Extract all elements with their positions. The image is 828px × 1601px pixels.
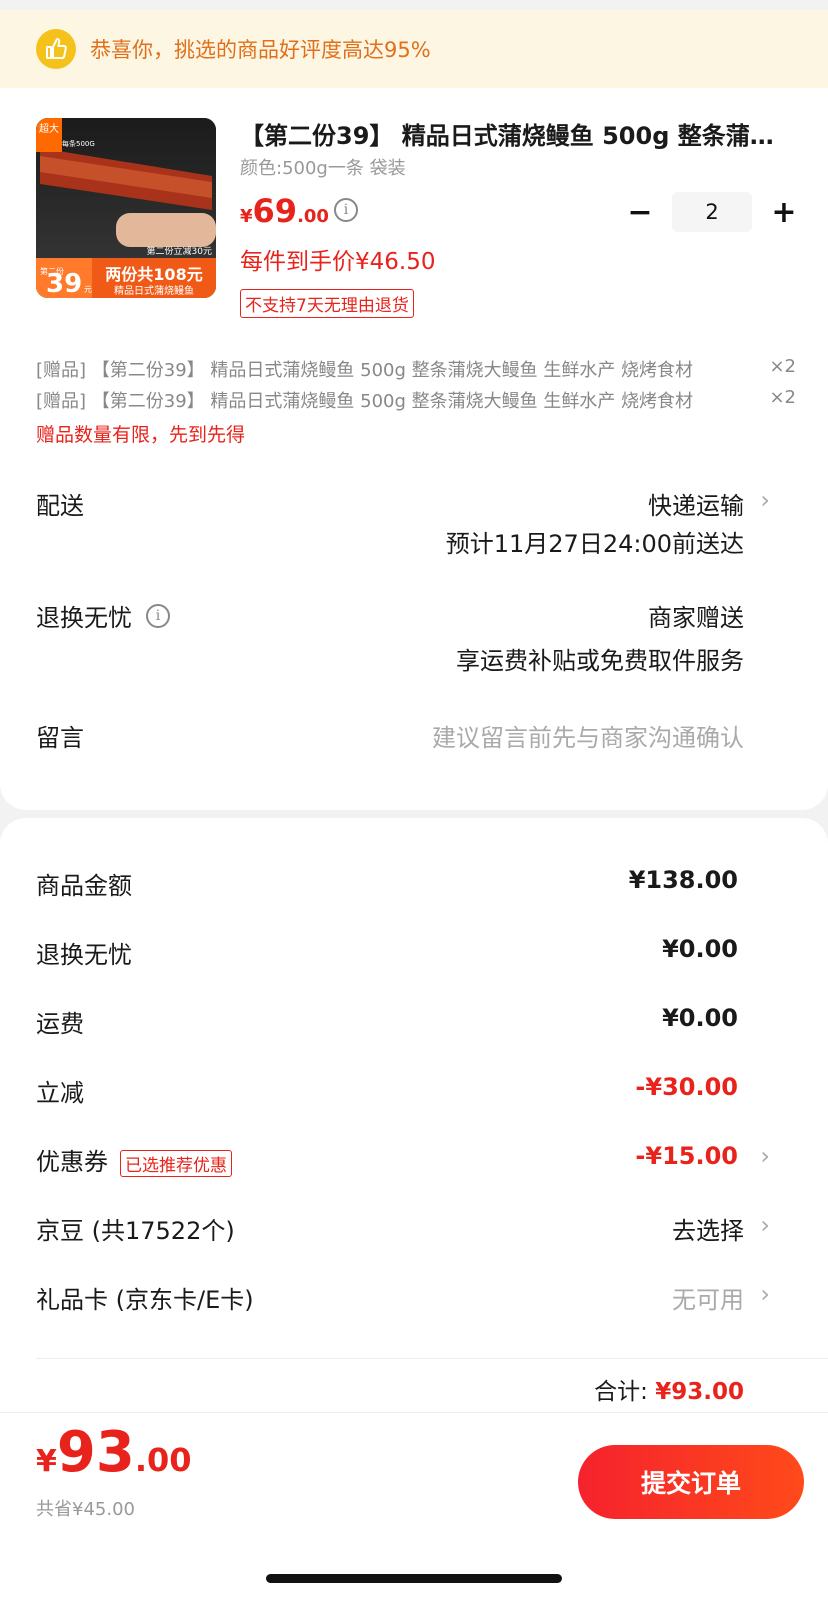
- home-indicator[interactable]: [266, 1574, 562, 1583]
- gift-name: [赠品] 【第二份39】 精品日式蒲烧鳗鱼 500g 整条蒲烧大鳗鱼 生鲜水产 …: [36, 391, 694, 412]
- image-badge-top: 超大: [39, 122, 59, 135]
- image-promo-unit: 元: [84, 285, 92, 294]
- divider: [36, 1358, 828, 1359]
- product-price: ¥ 69 .00: [240, 192, 329, 230]
- message-input[interactable]: 建议留言前先与商家沟通确认: [432, 718, 744, 753]
- product-title[interactable]: 【第二份39】 精品日式蒲烧鳗鱼 500g 整条蒲烧大鳗鱼 生鲜水产 烧烤食材: [240, 116, 790, 151]
- image-promo-small: 第二份立减30元: [147, 245, 212, 257]
- summary-label: 商品金额: [36, 872, 132, 900]
- delivery-method[interactable]: 快递运输: [648, 486, 744, 521]
- summary-label: 立减: [36, 1079, 84, 1107]
- summary-value: ¥0.00: [662, 935, 738, 963]
- image-promo-name: 精品日式蒲烧鳗鱼: [114, 284, 194, 297]
- thumbs-up-icon: [36, 29, 76, 69]
- submit-order-button[interactable]: 提交订单: [578, 1445, 804, 1519]
- worry-free-desc: 享运费补贴或免费取件服务: [456, 647, 744, 675]
- gift-count: ×2: [769, 387, 796, 408]
- pay-amount: ¥ 93 .00: [36, 1420, 192, 1485]
- message-label: 留言: [36, 724, 84, 752]
- pay-currency: ¥: [36, 1444, 57, 1479]
- summary-value: ¥0.00: [662, 1004, 738, 1032]
- quantity-stepper: − 2 +: [622, 192, 802, 232]
- chevron-right-icon[interactable]: ›: [760, 1280, 770, 1308]
- worry-free-value: 商家赠送: [648, 604, 744, 632]
- coupon-value[interactable]: -¥15.00: [635, 1142, 738, 1170]
- summary-label: 运费: [36, 1010, 84, 1038]
- price-decimal: .00: [297, 206, 329, 227]
- gift-note: 赠品数量有限，先到先得: [36, 424, 246, 446]
- order-item-card: 超大 每条500G 第二份立减30元 第二份 39 元 两份共108元 精品日式…: [0, 88, 828, 810]
- price-integer: 69: [252, 192, 298, 230]
- product-image[interactable]: 超大 每条500G 第二份立减30元 第二份 39 元 两份共108元 精品日式…: [36, 118, 216, 298]
- gift-card-label: 礼品卡 (京东卡/E卡): [36, 1286, 254, 1314]
- image-promo-big: 两份共108元: [105, 265, 202, 284]
- worry-free-info-icon[interactable]: i: [146, 603, 170, 628]
- praise-banner: 恭喜你，挑选的商品好评度高达95%: [0, 10, 828, 88]
- product-spec[interactable]: 颜色:500g一条 袋装: [240, 154, 406, 180]
- gift-item[interactable]: [赠品] 【第二份39】 精品日式蒲烧鳗鱼 500g 整条蒲烧大鳗鱼 生鲜水产 …: [36, 387, 796, 413]
- worry-free-row: 退换无忧 i: [36, 598, 170, 633]
- chevron-right-icon[interactable]: ›: [760, 486, 770, 514]
- pay-decimal: .00: [134, 1441, 192, 1479]
- jd-beans-select[interactable]: 去选择: [672, 1211, 744, 1246]
- no-return-tag: 不支持7天无理由退货: [240, 289, 414, 318]
- gift-card-value[interactable]: 无可用: [672, 1280, 744, 1315]
- summary-value: -¥30.00: [635, 1073, 738, 1101]
- price-info-icon[interactable]: i: [334, 198, 358, 222]
- decrease-button[interactable]: −: [622, 194, 658, 230]
- total-label: 合计:: [594, 1379, 648, 1405]
- summary-label: 退换无忧: [36, 941, 132, 969]
- chevron-right-icon[interactable]: ›: [760, 1142, 770, 1170]
- delivery-label: 配送: [36, 492, 84, 520]
- gift-name: [赠品] 【第二份39】 精品日式蒲烧鳗鱼 500g 整条蒲烧大鳗鱼 生鲜水产 …: [36, 360, 694, 381]
- unit-price: 每件到手价¥46.50: [240, 249, 436, 275]
- pay-integer: 93: [56, 1420, 135, 1485]
- price-currency: ¥: [240, 206, 253, 227]
- worry-free-label: 退换无忧: [36, 604, 132, 632]
- total-value: ¥93.00: [655, 1379, 744, 1405]
- image-badge-sub: 每条500G: [62, 139, 95, 148]
- banner-text: 恭喜你，挑选的商品好评度高达95%: [90, 38, 431, 62]
- delivery-eta: 预计11月27日24:00前送达: [445, 530, 744, 558]
- summary-value: ¥138.00: [628, 866, 738, 894]
- gift-item[interactable]: [赠品] 【第二份39】 精品日式蒲烧鳗鱼 500g 整条蒲烧大鳗鱼 生鲜水产 …: [36, 356, 796, 382]
- chevron-right-icon[interactable]: ›: [760, 1211, 770, 1239]
- saved-amount: 共省¥45.00: [36, 1499, 135, 1520]
- increase-button[interactable]: +: [766, 194, 802, 230]
- coupon-tag: 已选推荐优惠: [120, 1149, 232, 1177]
- quantity-input[interactable]: 2: [672, 192, 752, 232]
- gift-count: ×2: [769, 356, 796, 377]
- total-line: 合计: ¥93.00: [594, 1372, 744, 1406]
- coupon-row[interactable]: 优惠券 已选推荐优惠: [36, 1142, 232, 1177]
- image-promo-price: 39: [46, 269, 82, 298]
- summary-label: 优惠券: [36, 1148, 108, 1176]
- jd-beans-label: 京豆 (共17522个): [36, 1217, 235, 1245]
